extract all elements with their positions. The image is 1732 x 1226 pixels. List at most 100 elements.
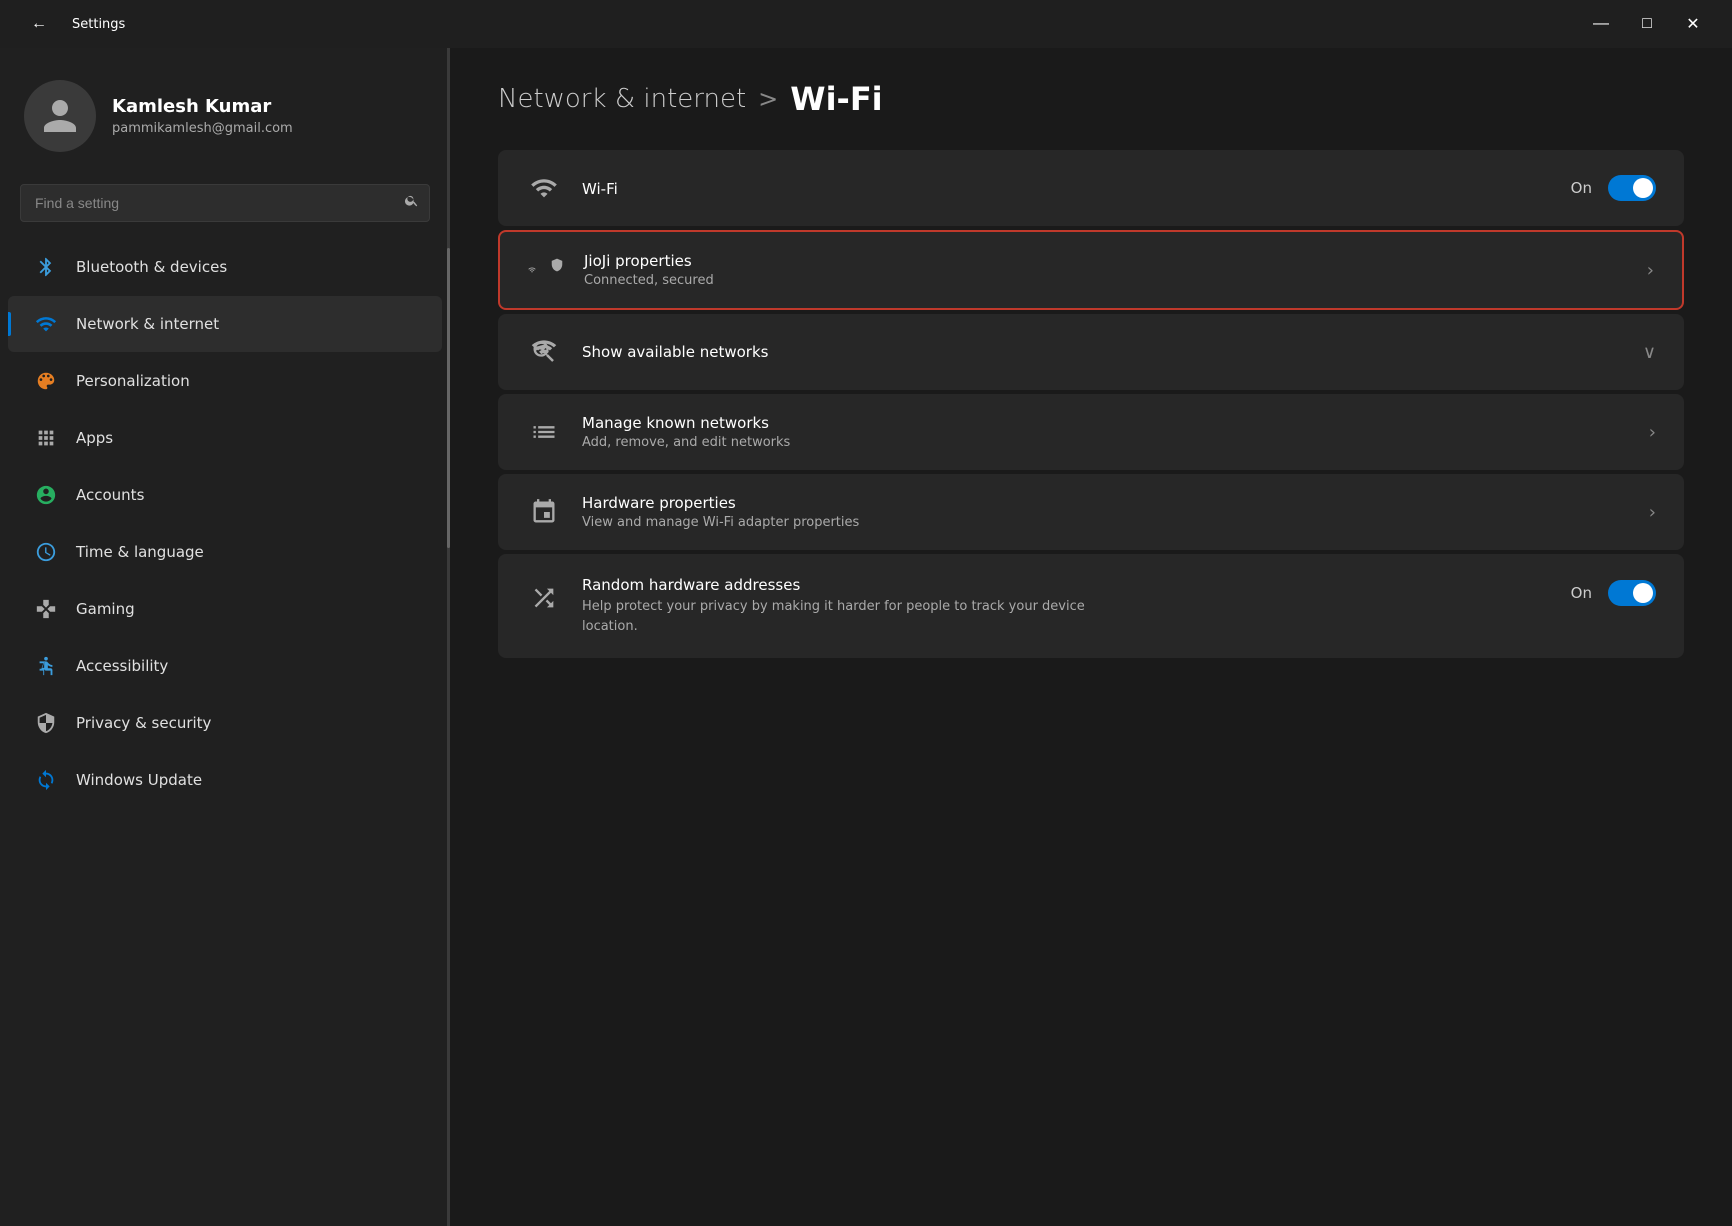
wifi-toggle-right: On [1571,175,1656,201]
hardware-props-subtitle: View and manage Wi-Fi adapter properties [582,515,1629,530]
sidebar-wrapper: Kamlesh Kumar pammikamlesh@gmail.com [0,48,450,1226]
jioji-subtitle: Connected, secured [584,273,1627,288]
breadcrumb-parent[interactable]: Network & internet [498,84,746,114]
jioji-card[interactable]: JioJi properties Connected, secured › [498,230,1684,310]
accessibility-icon [32,652,60,680]
manage-networks-card[interactable]: Manage known networks Add, remove, and e… [498,394,1684,470]
user-info: Kamlesh Kumar pammikamlesh@gmail.com [112,96,293,136]
privacy-icon [32,709,60,737]
random-hw-card: Random hardware addresses Help protect y… [498,554,1684,658]
sidebar-item-label-network: Network & internet [76,315,219,333]
show-networks-right: ∨ [1643,342,1656,363]
sidebar-scrollbar [447,48,450,1226]
show-networks-chevron-icon: ∨ [1643,342,1656,363]
manage-networks-title: Manage known networks [582,414,1629,432]
jioji-chevron-icon: › [1647,260,1654,281]
manage-networks-icon [526,414,562,450]
nav-menu: Bluetooth & devices Network & internet P… [0,238,450,809]
accounts-icon [32,481,60,509]
jioji-right: › [1647,260,1654,281]
sidebar-item-label-time: Time & language [76,543,204,561]
search-icon [404,193,420,209]
manage-networks-subtitle: Add, remove, and edit networks [582,435,1629,450]
random-hw-right: On [1571,580,1656,606]
hardware-props-title: Hardware properties [582,494,1629,512]
jioji-text: JioJi properties Connected, secured [584,252,1627,288]
sidebar-item-label-privacy: Privacy & security [76,714,211,732]
search-input[interactable] [20,184,430,222]
window-controls: — □ ✕ [1578,7,1716,41]
wifi-icon [526,170,562,206]
hardware-props-right: › [1649,502,1656,523]
time-icon [32,538,60,566]
back-button[interactable]: ← [16,7,62,41]
apps-icon [32,424,60,452]
sidebar-item-apps[interactable]: Apps [8,410,442,466]
sidebar-item-label-apps: Apps [76,429,113,447]
manage-networks-text: Manage known networks Add, remove, and e… [582,414,1629,450]
avatar [24,80,96,152]
search-icon-button[interactable] [404,193,420,214]
sidebar: Kamlesh Kumar pammikamlesh@gmail.com [0,48,450,1226]
app-body: Kamlesh Kumar pammikamlesh@gmail.com [0,48,1732,1226]
wifi-toggle-label: On [1571,179,1592,197]
title-bar: ← Settings — □ ✕ [0,0,1732,48]
sidebar-item-time[interactable]: Time & language [8,524,442,580]
sidebar-item-accessibility[interactable]: Accessibility [8,638,442,694]
show-networks-card[interactable]: Show available networks ∨ [498,314,1684,390]
sidebar-item-label-personalization: Personalization [76,372,190,390]
show-networks-icon [526,334,562,370]
random-hw-text: Random hardware addresses Help protect y… [582,576,1551,636]
hardware-props-text: Hardware properties View and manage Wi-F… [582,494,1629,530]
manage-networks-right: › [1649,422,1656,443]
sidebar-item-label-accessibility: Accessibility [76,657,168,675]
sidebar-item-label-accounts: Accounts [76,486,144,504]
sidebar-item-network[interactable]: Network & internet [8,296,442,352]
random-hw-title: Random hardware addresses [582,576,1551,594]
close-button[interactable]: ✕ [1670,7,1716,41]
sidebar-item-label-bluetooth: Bluetooth & devices [76,258,227,276]
title-bar-left: ← Settings [16,7,125,41]
content-area: Network & internet > Wi-Fi Wi-Fi On [450,48,1732,1226]
network-icon [32,310,60,338]
breadcrumb: Network & internet > Wi-Fi [498,80,1684,118]
manage-networks-chevron-icon: › [1649,422,1656,443]
hardware-props-icon [526,494,562,530]
personalization-icon [32,367,60,395]
random-hw-icon [526,580,562,616]
sidebar-item-windows-update[interactable]: Windows Update [8,752,442,808]
wifi-toggle[interactable] [1608,175,1656,201]
sidebar-item-privacy[interactable]: Privacy & security [8,695,442,751]
hardware-props-card[interactable]: Hardware properties View and manage Wi-F… [498,474,1684,550]
user-profile[interactable]: Kamlesh Kumar pammikamlesh@gmail.com [0,48,450,176]
app-title: Settings [72,17,125,32]
breadcrumb-current: Wi-Fi [790,80,882,118]
user-email: pammikamlesh@gmail.com [112,121,293,136]
sidebar-item-label-windows-update: Windows Update [76,771,202,789]
sidebar-item-gaming[interactable]: Gaming [8,581,442,637]
show-networks-title: Show available networks [582,343,1623,361]
search-box [20,184,430,222]
windows-update-icon [32,766,60,794]
hardware-props-chevron-icon: › [1649,502,1656,523]
wifi-toggle-card: Wi-Fi On [498,150,1684,226]
sidebar-item-accounts[interactable]: Accounts [8,467,442,523]
maximize-button[interactable]: □ [1624,7,1670,41]
random-hw-toggle-label: On [1571,584,1592,602]
jioji-wifi-icon [528,252,564,288]
minimize-button[interactable]: — [1578,7,1624,41]
gaming-icon [32,595,60,623]
sidebar-item-bluetooth[interactable]: Bluetooth & devices [8,239,442,295]
show-networks-text: Show available networks [582,343,1623,361]
user-icon [40,96,80,136]
random-hw-subtitle: Help protect your privacy by making it h… [582,597,1102,636]
sidebar-item-label-gaming: Gaming [76,600,135,618]
bluetooth-icon [32,253,60,281]
breadcrumb-separator: > [758,85,778,113]
sidebar-item-personalization[interactable]: Personalization [8,353,442,409]
random-hw-toggle[interactable] [1608,580,1656,606]
shield-overlay-icon [550,258,564,272]
sidebar-scroll-thumb [447,248,450,548]
wifi-label: Wi-Fi [582,179,1551,198]
wifi-title: Wi-Fi [582,180,618,198]
